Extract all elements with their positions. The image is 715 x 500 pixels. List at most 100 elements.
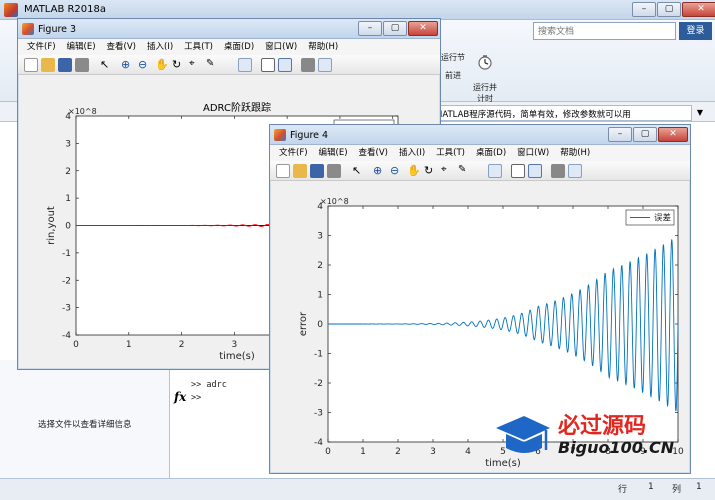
matlab-logo-icon <box>4 3 18 17</box>
y-tick-label: -2 <box>62 276 71 286</box>
rotate-icon[interactable]: ↻ <box>172 58 186 72</box>
prompt: >> <box>191 393 202 403</box>
maximize-button[interactable]: ▢ <box>383 21 407 36</box>
open-file-icon[interactable] <box>293 164 307 178</box>
hide-tools-icon[interactable] <box>301 58 315 72</box>
data-cursor-icon[interactable]: ⌖ <box>441 164 455 178</box>
app-title: MATLAB R2018a <box>24 4 107 15</box>
new-figure-icon[interactable] <box>276 164 290 178</box>
x-tick-label: 4 <box>465 447 471 457</box>
brush-icon[interactable]: ✎ <box>458 164 472 178</box>
x-tick-label: 0 <box>73 340 79 350</box>
y-tick-label: 3 <box>317 232 323 242</box>
y-tick-label: -4 <box>314 438 323 448</box>
x-tick-label: 3 <box>430 447 436 457</box>
menu-edit[interactable]: 编辑(E) <box>67 39 96 55</box>
menu-desktop[interactable]: 桌面(D) <box>224 39 254 55</box>
colorbar-icon[interactable] <box>511 164 525 178</box>
pointer-icon[interactable]: ↖ <box>352 164 366 178</box>
minimize-button[interactable]: – <box>608 127 632 142</box>
run-and-time-button[interactable]: 运行并 计时 <box>468 44 502 104</box>
exponent-label: ×10^8 <box>68 107 97 116</box>
rotate-icon[interactable]: ↻ <box>424 164 438 178</box>
matlab-titlebar: MATLAB R2018a – ▢ ✕ <box>0 0 715 20</box>
y-tick-label: -1 <box>62 249 71 259</box>
figure-4-toolbar: ↖ ⊕ ⊖ ✋ ↻ ⌖ ✎ <box>270 161 690 181</box>
close-button[interactable]: ✕ <box>682 2 715 17</box>
pan-icon[interactable]: ✋ <box>407 164 421 178</box>
menu-view[interactable]: 查看(V) <box>359 145 388 161</box>
link-plot-icon[interactable] <box>238 58 252 72</box>
legend-icon[interactable] <box>278 58 292 72</box>
hide-tools-icon[interactable] <box>551 164 565 178</box>
run-section-button[interactable]: 运行节 <box>438 52 468 63</box>
current-folder-path[interactable]: MATLAB程序源代码，简单有效，修改参数就可以用 <box>430 105 692 121</box>
brush-icon[interactable]: ✎ <box>206 58 220 72</box>
x-tick-label: 2 <box>179 340 185 350</box>
print-icon[interactable] <box>327 164 341 178</box>
x-axis-label: time(s) <box>219 351 255 362</box>
dock-icon[interactable] <box>568 164 582 178</box>
menu-desktop[interactable]: 桌面(D) <box>476 145 506 161</box>
print-icon[interactable] <box>75 58 89 72</box>
fx-icon[interactable]: fx <box>174 390 186 404</box>
y-tick-label: 2 <box>317 261 323 271</box>
search-input[interactable] <box>533 22 676 40</box>
menu-view[interactable]: 查看(V) <box>107 39 136 55</box>
zoom-in-icon[interactable]: ⊕ <box>373 164 387 178</box>
advance-button[interactable]: 前进 <box>438 70 468 81</box>
menu-window[interactable]: 窗口(W) <box>517 145 549 161</box>
advance-label: 前进 <box>445 71 461 80</box>
menu-insert[interactable]: 插入(I) <box>147 39 173 55</box>
zoom-out-icon[interactable]: ⊖ <box>390 164 404 178</box>
login-button[interactable]: 登录 <box>679 22 712 40</box>
minimize-button[interactable]: – <box>358 21 382 36</box>
link-plot-icon[interactable] <box>488 164 502 178</box>
maximize-button[interactable]: ▢ <box>657 2 681 17</box>
legend-icon[interactable] <box>528 164 542 178</box>
figure-3-titlebar[interactable]: Figure 3 – ▢ ✕ <box>18 19 440 39</box>
zoom-out-icon[interactable]: ⊖ <box>138 58 152 72</box>
menu-help[interactable]: 帮助(H) <box>560 145 590 161</box>
y-tick-label: -4 <box>62 331 71 341</box>
x-tick-label: 3 <box>231 340 237 350</box>
menu-file[interactable]: 文件(F) <box>279 145 308 161</box>
new-figure-icon[interactable] <box>24 58 38 72</box>
menu-window[interactable]: 窗口(W) <box>265 39 297 55</box>
command-prompt-line[interactable]: >> <box>191 393 201 403</box>
command-text: adrc <box>201 380 227 390</box>
menu-tools[interactable]: 工具(T) <box>436 145 465 161</box>
command-history-line: >> adrc <box>191 380 227 390</box>
pointer-icon[interactable]: ↖ <box>100 58 114 72</box>
dock-icon[interactable] <box>318 58 332 72</box>
status-bar <box>0 478 715 500</box>
y-axis-label: error <box>298 311 309 336</box>
status-row-label: 行 <box>618 485 628 495</box>
close-button[interactable]: ✕ <box>408 21 438 36</box>
colorbar-icon[interactable] <box>261 58 275 72</box>
menu-file[interactable]: 文件(F) <box>27 39 56 55</box>
graduation-cap-icon <box>496 416 550 453</box>
open-file-icon[interactable] <box>41 58 55 72</box>
status-row-value: 1 <box>648 482 654 492</box>
menu-edit[interactable]: 编辑(E) <box>319 145 348 161</box>
run-section-label: 运行节 <box>441 53 465 62</box>
save-icon[interactable] <box>310 164 324 178</box>
save-icon[interactable] <box>58 58 72 72</box>
menu-insert[interactable]: 插入(I) <box>399 145 425 161</box>
zoom-in-icon[interactable]: ⊕ <box>121 58 135 72</box>
pan-icon[interactable]: ✋ <box>155 58 169 72</box>
minimize-button[interactable]: – <box>632 2 656 17</box>
maximize-button[interactable]: ▢ <box>633 127 657 142</box>
data-cursor-icon[interactable]: ⌖ <box>189 58 203 72</box>
y-tick-label: -3 <box>314 409 323 419</box>
menu-tools[interactable]: 工具(T) <box>184 39 213 55</box>
menu-help[interactable]: 帮助(H) <box>308 39 338 55</box>
exponent-label: ×10^8 <box>320 197 349 206</box>
chart-title: ADRC阶跃跟踪 <box>203 101 271 114</box>
chevron-down-icon[interactable]: ▼ <box>692 105 708 121</box>
figure-3-title: Figure 3 <box>38 24 77 35</box>
figure-4-titlebar[interactable]: Figure 4 – ▢ ✕ <box>270 125 690 145</box>
figure-3-toolbar: ↖ ⊕ ⊖ ✋ ↻ ⌖ ✎ <box>18 55 440 75</box>
close-button[interactable]: ✕ <box>658 127 688 142</box>
